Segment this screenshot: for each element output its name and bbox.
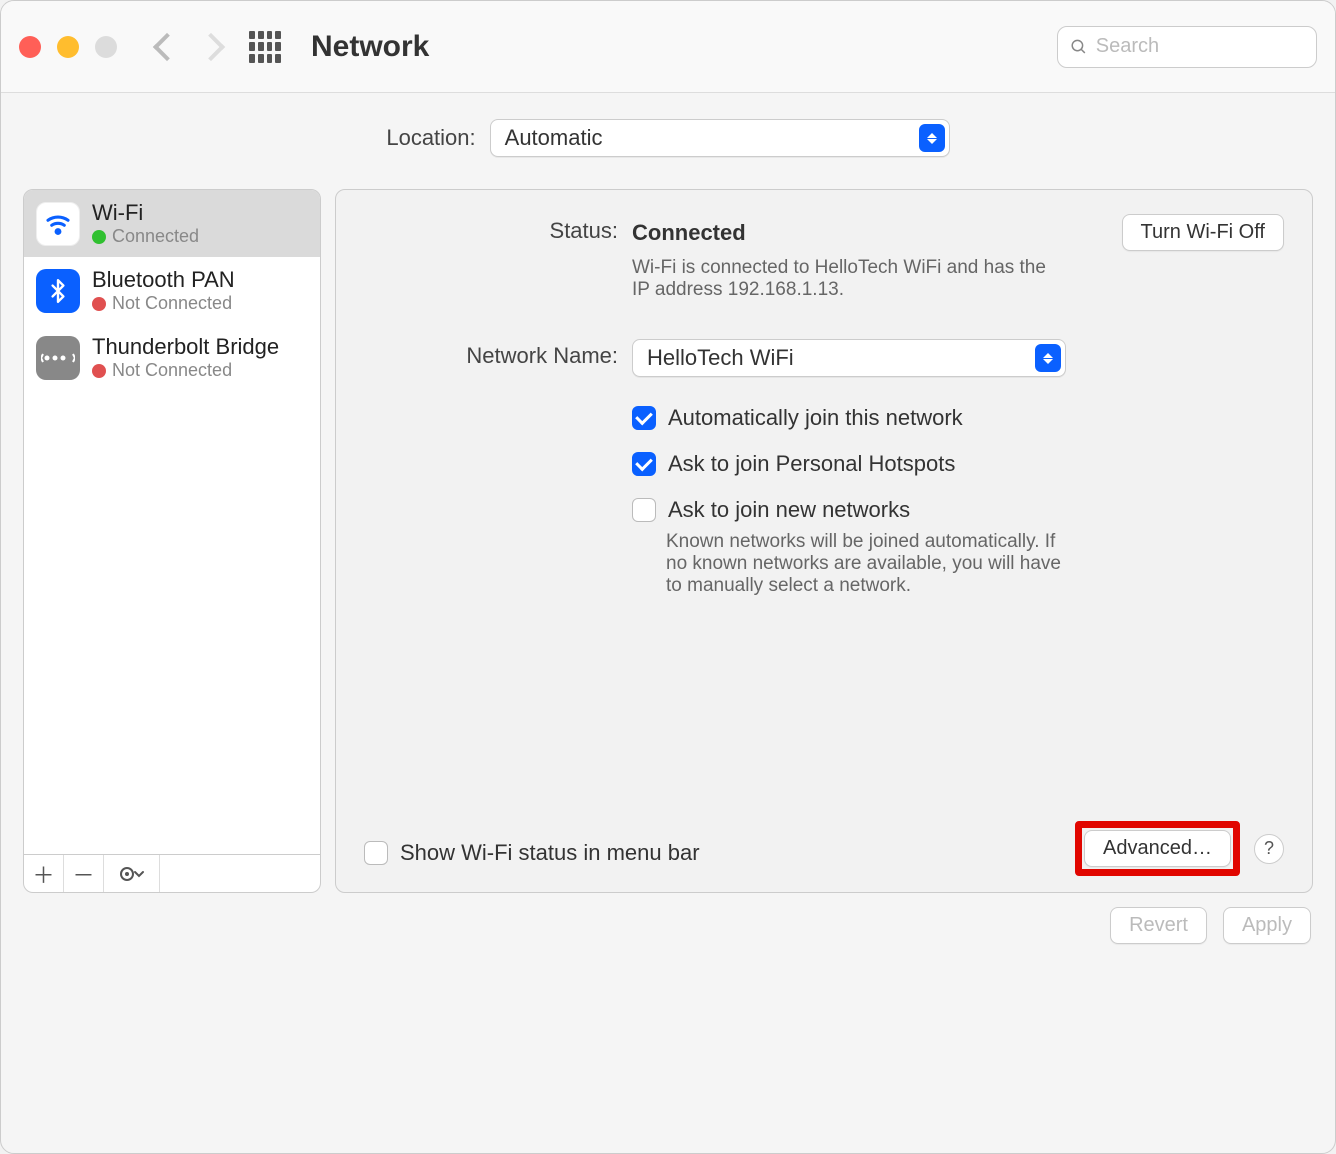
sidebar-item-status: Not Connected — [92, 360, 279, 381]
advanced-button[interactable]: Advanced… — [1084, 830, 1231, 867]
wifi-toggle-button[interactable]: Turn Wi-Fi Off — [1122, 214, 1284, 251]
sidebar-item-label: Wi-Fi — [92, 200, 199, 226]
chevron-up-down-icon — [1035, 344, 1061, 372]
search-input[interactable] — [1096, 35, 1304, 58]
add-service-button[interactable]: ＋ — [24, 855, 64, 892]
help-button[interactable]: ? — [1254, 834, 1284, 864]
sidebar-item-thunderbolt[interactable]: Thunderbolt Bridge Not Connected — [24, 324, 320, 391]
nav-buttons — [157, 37, 221, 57]
service-sidebar: Wi-Fi Connected Bluetooth PAN Not Connec… — [23, 189, 321, 893]
apply-button[interactable]: Apply — [1223, 907, 1311, 944]
auto-join-checkbox[interactable] — [632, 406, 656, 430]
network-name-label: Network Name: — [364, 339, 618, 369]
traffic-lights — [19, 36, 117, 58]
sidebar-item-status: Not Connected — [92, 293, 235, 314]
forward-icon — [197, 32, 225, 60]
sidebar-item-label: Thunderbolt Bridge — [92, 334, 279, 360]
location-value: Automatic — [505, 125, 603, 151]
auto-join-label: Automatically join this network — [668, 405, 963, 431]
bluetooth-icon — [36, 269, 80, 313]
status-dot-icon — [92, 297, 106, 311]
status-hint: Wi-Fi is connected to HelloTech WiFi and… — [632, 257, 1052, 301]
thunderbolt-bridge-icon — [36, 336, 80, 380]
sidebar-item-bluetooth[interactable]: Bluetooth PAN Not Connected — [24, 257, 320, 324]
ask-hotspot-checkbox[interactable] — [632, 452, 656, 476]
show-menu-bar-checkbox[interactable] — [364, 841, 388, 865]
page-title: Network — [311, 30, 429, 64]
service-list-footer: ＋ － — [23, 855, 321, 893]
service-list: Wi-Fi Connected Bluetooth PAN Not Connec… — [23, 189, 321, 855]
ask-new-networks-checkbox[interactable] — [632, 498, 656, 522]
status-dot-icon — [92, 364, 106, 378]
status-label: Status: — [364, 214, 618, 244]
detail-panel: Status: Connected Turn Wi-Fi Off Wi-Fi i… — [335, 189, 1313, 893]
location-row: Location: Automatic — [1, 93, 1335, 175]
zoom-icon[interactable] — [95, 36, 117, 58]
ask-new-networks-hint: Known networks will be joined automatica… — [666, 531, 1066, 597]
search-icon — [1070, 37, 1088, 57]
ask-new-networks-label: Ask to join new networks — [668, 497, 910, 523]
ask-hotspot-label: Ask to join Personal Hotspots — [668, 451, 955, 477]
all-preferences-icon[interactable] — [249, 31, 281, 63]
sidebar-item-status: Connected — [92, 226, 199, 247]
footer-buttons: Revert Apply — [1, 893, 1335, 958]
show-menu-bar-label: Show Wi-Fi status in menu bar — [400, 840, 700, 866]
chevron-up-down-icon — [919, 124, 945, 152]
sidebar-item-label: Bluetooth PAN — [92, 267, 235, 293]
network-name-select[interactable]: HelloTech WiFi — [632, 339, 1066, 377]
advanced-highlight: Advanced… — [1075, 821, 1240, 876]
status-dot-icon — [92, 230, 106, 244]
wifi-icon — [36, 202, 80, 246]
service-actions-button[interactable] — [104, 855, 160, 892]
preferences-window: Network Location: Automatic Wi-Fi Conne — [0, 0, 1336, 1154]
back-icon[interactable] — [153, 32, 181, 60]
network-name-value: HelloTech WiFi — [647, 345, 794, 371]
sidebar-item-wifi[interactable]: Wi-Fi Connected — [24, 190, 320, 257]
revert-button[interactable]: Revert — [1110, 907, 1207, 944]
minimize-icon[interactable] — [57, 36, 79, 58]
close-icon[interactable] — [19, 36, 41, 58]
location-label: Location: — [386, 125, 475, 151]
remove-service-button[interactable]: － — [64, 855, 104, 892]
search-field[interactable] — [1057, 26, 1317, 68]
location-select[interactable]: Automatic — [490, 119, 950, 157]
status-value: Connected — [632, 220, 746, 246]
titlebar: Network — [1, 1, 1335, 93]
